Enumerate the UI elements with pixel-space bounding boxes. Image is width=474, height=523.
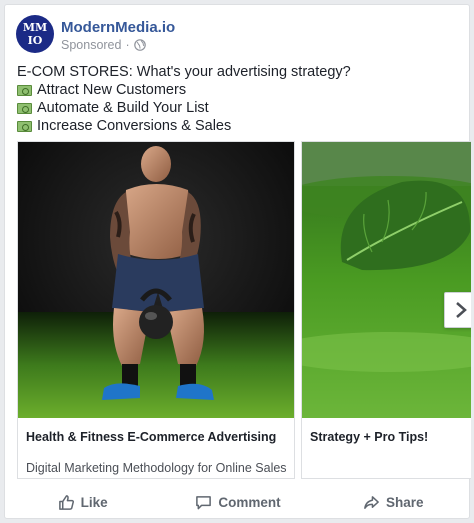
share-arrow-icon [364,495,379,509]
card-description: Digital Marketing Methodology for Online… [26,461,287,475]
money-emoji-icon [17,84,32,96]
comment-button[interactable]: Comment [160,494,315,511]
sponsored-label[interactable]: Sponsored [61,38,121,52]
share-label: Share [386,494,424,510]
bullet-item: Attract New Customers [17,81,457,99]
bullet-text: Increase Conversions & Sales [37,118,232,134]
comment-bubble-icon [196,495,212,509]
card-title[interactable]: Health & Fitness E-Commerce Advertising [26,430,276,444]
post-actions: Like Comment Share [5,485,471,519]
card-title[interactable]: Strategy + Pro Tips! [310,430,428,444]
page-name-link[interactable]: ModernMedia.io [61,19,175,36]
thumbs-up-icon [58,494,74,510]
like-button[interactable]: Like [5,494,160,511]
globe-icon[interactable] [133,39,146,51]
card-image-smoothie[interactable] [302,142,471,418]
bullet-item: Increase Conversions & Sales [17,117,457,135]
like-label: Like [80,494,108,510]
ad-carousel: Health & Fitness E-Commerce Advertising … [17,141,471,483]
meta-separator: · [125,38,130,52]
post-text: E-COM STORES: What's your advertising st… [17,63,457,135]
comment-label: Comment [218,494,281,510]
carousel-next-button[interactable] [444,292,471,328]
sponsored-post: MM IO ModernMedia.io Sponsored · E-COM S… [4,4,471,519]
avatar-text-line2: IO [27,34,43,47]
page-avatar[interactable]: MM IO [16,15,54,53]
bullet-text: Automate & Build Your List [37,100,209,116]
chevron-right-icon [456,302,467,318]
post-headline: E-COM STORES: What's your advertising st… [17,64,351,80]
money-emoji-icon [17,102,32,114]
money-emoji-icon [17,120,32,132]
carousel-card[interactable]: Health & Fitness E-Commerce Advertising … [17,141,295,479]
bullet-text: Attract New Customers [37,82,187,98]
share-button[interactable]: Share [316,494,471,511]
post-meta: Sponsored · [61,38,146,52]
card-image-fitness[interactable] [18,142,294,418]
bullet-item: Automate & Build Your List [17,99,457,117]
avatar-text-line1: MM [22,21,48,34]
